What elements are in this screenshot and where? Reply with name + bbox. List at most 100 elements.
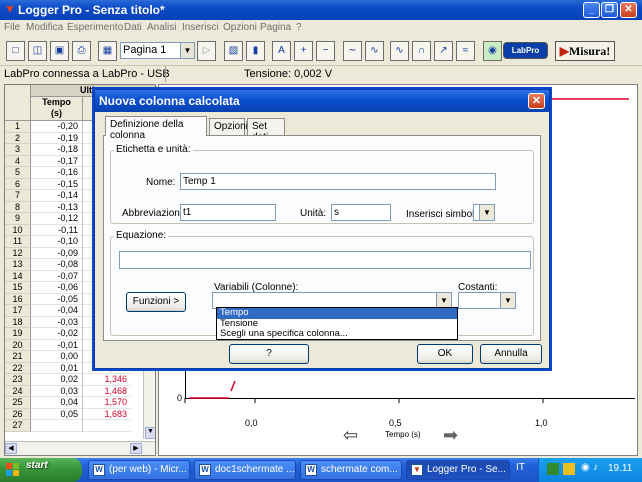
statistics-icon[interactable]: ∿ <box>390 41 409 61</box>
examine-icon[interactable]: ∼ <box>343 41 362 61</box>
table-cell-voltage[interactable]: 1,683 <box>83 409 131 420</box>
integral-icon[interactable]: ∩ <box>412 41 431 61</box>
table-cell-time[interactable]: 0,04 <box>31 397 83 409</box>
page-select[interactable]: Pagina 1 ▼ <box>120 42 195 59</box>
autoscale-icon[interactable]: A <box>272 41 291 61</box>
table-cell-time[interactable]: -0,08 <box>31 259 83 271</box>
constants-select[interactable]: ▼ <box>458 292 516 309</box>
option-choose-column[interactable]: Scegli una specifica colonna... <box>217 328 457 340</box>
task-schermate[interactable]: Wschermate com... <box>300 460 402 480</box>
row-number[interactable]: 3 <box>5 144 31 156</box>
table-cell-time[interactable]: -0,09 <box>31 247 83 259</box>
dialog-close-button[interactable]: ✕ <box>528 93 545 109</box>
row-number[interactable]: 7 <box>5 190 31 202</box>
table-cell-time[interactable]: -0,01 <box>31 339 83 351</box>
open-folder-icon[interactable]: ◫ <box>28 41 47 61</box>
name-field[interactable]: Temp 1 <box>180 173 496 190</box>
tray-app-icon[interactable] <box>563 463 575 475</box>
menu-modifica[interactable]: Modifica <box>26 22 63 33</box>
row-number[interactable]: 19 <box>5 328 31 340</box>
table-cell-time[interactable]: 0,05 <box>31 408 83 420</box>
table-icon[interactable]: ▧ <box>224 41 243 61</box>
table-cell-time[interactable]: -0,04 <box>31 305 83 317</box>
units-field[interactable]: s <box>331 204 391 221</box>
row-number[interactable]: 13 <box>5 259 31 271</box>
table-cell-time[interactable]: -0,11 <box>31 224 83 236</box>
menu-pagina[interactable]: Pagina <box>260 22 291 33</box>
volume-icon[interactable]: ♪ <box>593 462 598 473</box>
row-number[interactable]: 26 <box>5 408 31 420</box>
tangent-icon[interactable]: ∿ <box>365 41 384 61</box>
table-cell-voltage[interactable]: 1,570 <box>83 397 131 409</box>
language-indicator[interactable]: IT <box>516 462 525 473</box>
minimize-button[interactable]: _ <box>583 2 600 18</box>
row-number[interactable]: 11 <box>5 236 31 248</box>
table-cell-time[interactable]: 0,02 <box>31 374 83 386</box>
task-logger-pro[interactable]: ▼ Logger Pro - Se... <box>406 460 510 480</box>
table-cell-time[interactable]: -0,13 <box>31 201 83 213</box>
zoom-in-icon[interactable]: + <box>294 41 313 61</box>
ok-button[interactable]: OK <box>417 344 473 364</box>
table-cell-time[interactable]: -0,05 <box>31 293 83 305</box>
table-cell-time[interactable]: -0,16 <box>31 167 83 179</box>
row-number[interactable]: 20 <box>5 339 31 351</box>
horizontal-scrollbar[interactable]: ◀ ▶ <box>5 441 155 455</box>
menu-dati[interactable]: Dati <box>124 22 142 33</box>
table-cell-time[interactable]: -0,07 <box>31 270 83 282</box>
abbreviation-field[interactable]: t1 <box>180 204 276 221</box>
tab-options[interactable]: Opzioni <box>209 118 248 135</box>
table-cell-time[interactable]: -0,06 <box>31 282 83 294</box>
tab-datasets[interactable]: Set dati <box>247 118 285 143</box>
sensor-icon[interactable]: ◉ <box>483 41 502 61</box>
row-number[interactable]: 25 <box>5 397 31 409</box>
task-word-web[interactable]: W (per web) - Micr... <box>88 460 190 480</box>
table-cell-voltage[interactable]: 1,346 <box>83 374 131 386</box>
close-window-button[interactable]: ✕ <box>620 2 637 18</box>
table-cell-time[interactable]: -0,02 <box>31 328 83 340</box>
scroll-left-icon[interactable]: ◀ <box>5 443 17 454</box>
zoom-out-icon[interactable]: − <box>316 41 335 61</box>
table-cell-time[interactable]: -0,15 <box>31 178 83 190</box>
row-number[interactable]: 5 <box>5 167 31 179</box>
next-page-icon[interactable]: ▷ <box>197 41 216 61</box>
table-cell-time[interactable]: -0,03 <box>31 316 83 328</box>
start-button[interactable]: start <box>0 458 82 482</box>
functions-button[interactable]: Funzioni > <box>126 292 186 312</box>
task-doc1[interactable]: Wdoc1schermate ... <box>194 460 296 480</box>
table-cell-time[interactable]: -0,14 <box>31 190 83 202</box>
menu-inserisci[interactable]: Inserisci <box>182 22 219 33</box>
row-number[interactable]: 27 <box>5 420 31 432</box>
row-number[interactable]: 8 <box>5 201 31 213</box>
row-number[interactable]: 21 <box>5 351 31 363</box>
collect-button[interactable]: ▶Misura! <box>555 41 615 61</box>
meter-icon[interactable]: ▮ <box>246 41 265 61</box>
tab-column-definition[interactable]: Definizione della colonna <box>105 116 207 141</box>
network-icon[interactable]: ◉ <box>581 462 590 473</box>
row-number[interactable]: 16 <box>5 293 31 305</box>
row-number[interactable]: 15 <box>5 282 31 294</box>
insert-symbol-select[interactable]: ▼ <box>473 204 495 221</box>
page-icon[interactable]: ▦ <box>98 41 117 61</box>
scroll-down-icon[interactable]: ▼ <box>145 427 155 439</box>
row-number[interactable]: 1 <box>5 121 31 133</box>
table-cell-time[interactable]: -0,20 <box>31 121 83 133</box>
column-header-time[interactable]: Tempo (s) <box>31 97 83 121</box>
table-cell-voltage[interactable] <box>83 420 131 432</box>
table-cell-time[interactable]: 0,00 <box>31 351 83 363</box>
linear-fit-icon[interactable]: ↗ <box>434 41 453 61</box>
row-number[interactable]: 17 <box>5 305 31 317</box>
row-number[interactable]: 23 <box>5 374 31 386</box>
menu-analisi[interactable]: Analisi <box>147 22 176 33</box>
menu-help[interactable]: ? <box>296 22 302 33</box>
print-icon[interactable]: ⎙ <box>72 41 91 61</box>
table-cell-time[interactable]: -0,12 <box>31 213 83 225</box>
row-number[interactable]: 12 <box>5 247 31 259</box>
row-number[interactable]: 6 <box>5 178 31 190</box>
cancel-button[interactable]: Annulla <box>480 344 542 364</box>
curve-fit-icon[interactable]: ≈ <box>456 41 475 61</box>
menu-opzioni[interactable]: Opzioni <box>223 22 257 33</box>
table-cell-time[interactable]: -0,17 <box>31 155 83 167</box>
table-cell-time[interactable]: -0,18 <box>31 144 83 156</box>
menu-file[interactable]: File <box>4 22 20 33</box>
table-cell-time[interactable]: 0,01 <box>31 362 83 374</box>
